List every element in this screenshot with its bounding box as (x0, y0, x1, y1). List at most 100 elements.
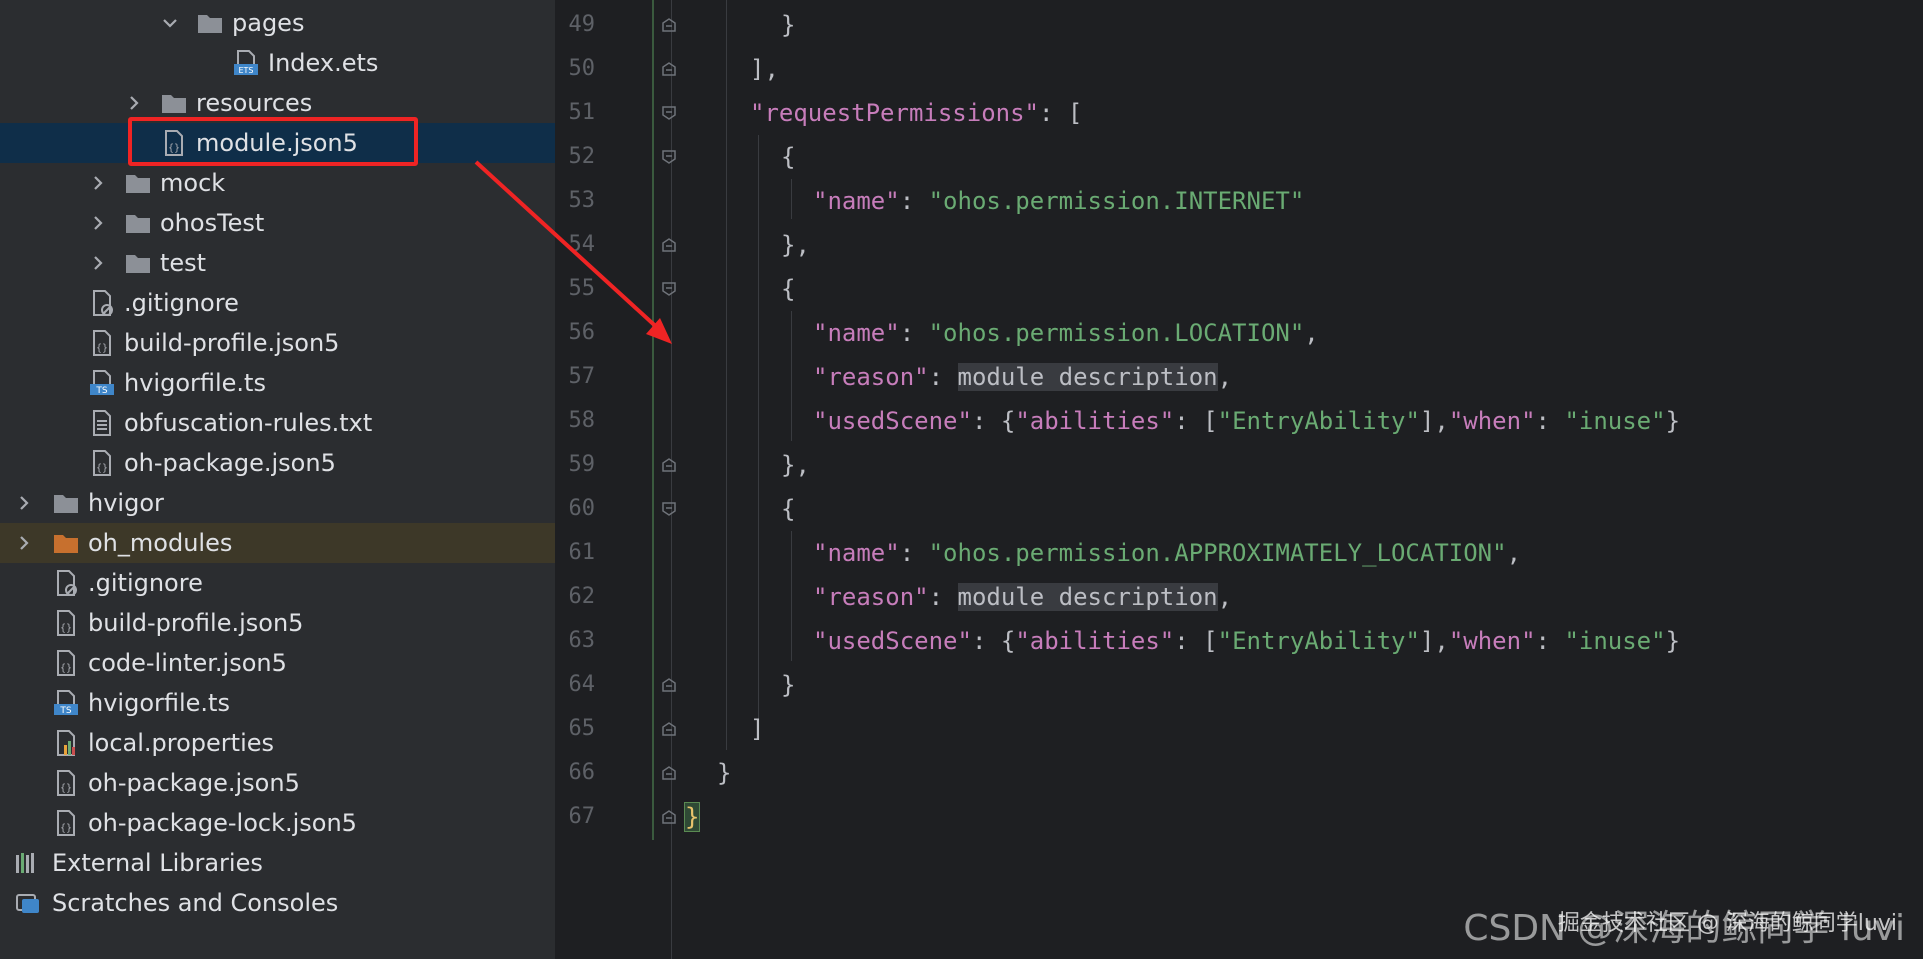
json-unquoted-value: module description (957, 363, 1218, 391)
fold-start-icon[interactable] (661, 149, 677, 165)
fold-start-icon[interactable] (661, 105, 677, 121)
properties-file-icon (57, 730, 75, 756)
tree-item-label: oh-package.json5 (124, 449, 336, 477)
tree-item-mock[interactable]: mock (0, 163, 555, 203)
svg-text:{}: {} (96, 343, 108, 354)
tree-item-local-properties[interactable]: local.properties (0, 723, 555, 763)
matched-brace: } (683, 802, 701, 832)
fold-end-icon[interactable] (661, 677, 677, 693)
json-file-icon: {} (93, 330, 111, 356)
json-file-icon: {} (57, 650, 75, 676)
ets-file-icon: ETS (234, 50, 258, 75)
line-number: 58 (568, 408, 596, 433)
tree-item-oh-package-lock[interactable]: {} oh-package-lock.json5 (0, 803, 555, 843)
fold-end-icon[interactable] (661, 17, 677, 33)
code-line-54: }, (781, 223, 810, 267)
code-line-49: } (781, 3, 795, 47)
line-number: 52 (568, 144, 596, 169)
json-key: "requestPermissions" (750, 99, 1039, 127)
tree-item-oh-modules[interactable]: oh_modules (0, 523, 555, 563)
code-line-52: { (781, 135, 795, 179)
json-key: "abilities" (1015, 627, 1175, 655)
json-file-icon: {} (57, 610, 75, 636)
code-line-67: } (683, 795, 701, 839)
svg-text:TS: TS (95, 386, 107, 396)
svg-text:{}: {} (60, 823, 72, 834)
line-number: 64 (568, 672, 596, 697)
tree-item-gitignore[interactable]: .gitignore (0, 283, 555, 323)
chevron-right-icon[interactable] (88, 253, 108, 273)
tree-item-test[interactable]: test (0, 243, 555, 283)
fold-end-icon[interactable] (661, 721, 677, 737)
tree-item-label: Scratches and Consoles (52, 889, 339, 917)
chevron-right-icon[interactable] (14, 493, 34, 513)
tree-item-build-profile[interactable]: {} build-profile.json5 (0, 323, 555, 363)
tree-item-label: build-profile.json5 (88, 609, 304, 637)
json-string: "ohos.permission.INTERNET" (928, 187, 1305, 215)
line-number: 51 (568, 100, 596, 125)
ignore-file-icon (57, 570, 77, 596)
tree-item-hvigorfile[interactable]: TS hvigorfile.ts (0, 363, 555, 403)
folder-icon (198, 15, 222, 33)
fold-end-icon[interactable] (661, 457, 677, 473)
tree-item-root-build-profile[interactable]: {} build-profile.json5 (0, 603, 555, 643)
tree-item-code-linter[interactable]: {} code-linter.json5 (0, 643, 555, 683)
line-number: 53 (568, 188, 596, 213)
line-number: 62 (568, 584, 596, 609)
svg-text:{}: {} (60, 663, 72, 674)
tree-item-scratches[interactable]: Scratches and Consoles (0, 883, 555, 923)
tree-item-root-gitignore[interactable]: .gitignore (0, 563, 555, 603)
fold-start-icon[interactable] (661, 281, 677, 297)
tree-item-root-hvigorfile[interactable]: TS hvigorfile.ts (0, 683, 555, 723)
code-line-59: }, (781, 443, 810, 487)
json-key: "reason" (813, 363, 929, 391)
tree-item-external-libraries[interactable]: External Libraries (0, 843, 555, 883)
chevron-right-icon[interactable] (88, 173, 108, 193)
tree-item-label: .gitignore (124, 289, 239, 317)
line-number: 60 (568, 496, 596, 521)
tree-item-hvigor[interactable]: hvigor (0, 483, 555, 523)
json-string: "inuse" (1564, 627, 1666, 655)
code-line-63: "usedScene": {"abilities": ["EntryAbilit… (813, 627, 1681, 655)
tree-item-ohostest[interactable]: ohosTest (0, 203, 555, 243)
scratches-icon (16, 894, 39, 913)
tree-item-label: oh_modules (88, 529, 233, 557)
code-line-64: } (781, 663, 795, 707)
tree-item-root-oh-package[interactable]: {} oh-package.json5 (0, 763, 555, 803)
line-number: 63 (568, 628, 596, 653)
code-editor[interactable]: 49 50 51 52 53 54 55 56 57 58 59 60 61 6… (555, 0, 1923, 959)
code-line-58: "usedScene": {"abilities": ["EntryAbilit… (813, 407, 1681, 435)
code-token: } (717, 759, 732, 787)
tree-item-pages[interactable]: pages (0, 3, 555, 43)
tree-item-label: test (160, 249, 207, 277)
fold-end-icon[interactable] (661, 61, 677, 77)
chevron-down-icon[interactable] (160, 13, 180, 33)
tree-item-label: hvigor (88, 489, 164, 517)
json-key: "when" (1448, 407, 1536, 435)
json-key: "reason" (813, 583, 929, 611)
fold-end-icon[interactable] (661, 237, 677, 253)
fold-end-icon[interactable] (661, 809, 677, 825)
code-token: }, (781, 451, 810, 479)
folder-icon (162, 95, 186, 113)
code-token: } (781, 671, 796, 699)
chevron-right-icon[interactable] (124, 93, 144, 113)
tree-item-label: oh-package.json5 (88, 769, 300, 797)
folder-icon (126, 255, 150, 273)
json-file-icon: {} (93, 450, 111, 476)
tree-item-label: obfuscation-rules.txt (124, 409, 373, 437)
tree-item-obfuscation-rules[interactable]: obfuscation-rules.txt (0, 403, 555, 443)
chevron-right-icon[interactable] (88, 213, 108, 233)
indent-guide (791, 311, 792, 441)
json-key: "abilities" (1015, 407, 1175, 435)
svg-text:TS: TS (59, 706, 71, 716)
tree-item-label: code-linter.json5 (88, 649, 287, 677)
chevron-right-icon[interactable] (14, 533, 34, 553)
tree-item-oh-package[interactable]: {} oh-package.json5 (0, 443, 555, 483)
tree-item-index-ets[interactable]: ETS Index.ets (0, 43, 555, 83)
fold-end-icon[interactable] (661, 765, 677, 781)
code-line-61: "name": "ohos.permission.APPROXIMATELY_L… (813, 539, 1522, 567)
fold-start-icon[interactable] (661, 501, 677, 517)
json-key: "usedScene" (813, 407, 972, 435)
folder-icon (126, 215, 150, 233)
